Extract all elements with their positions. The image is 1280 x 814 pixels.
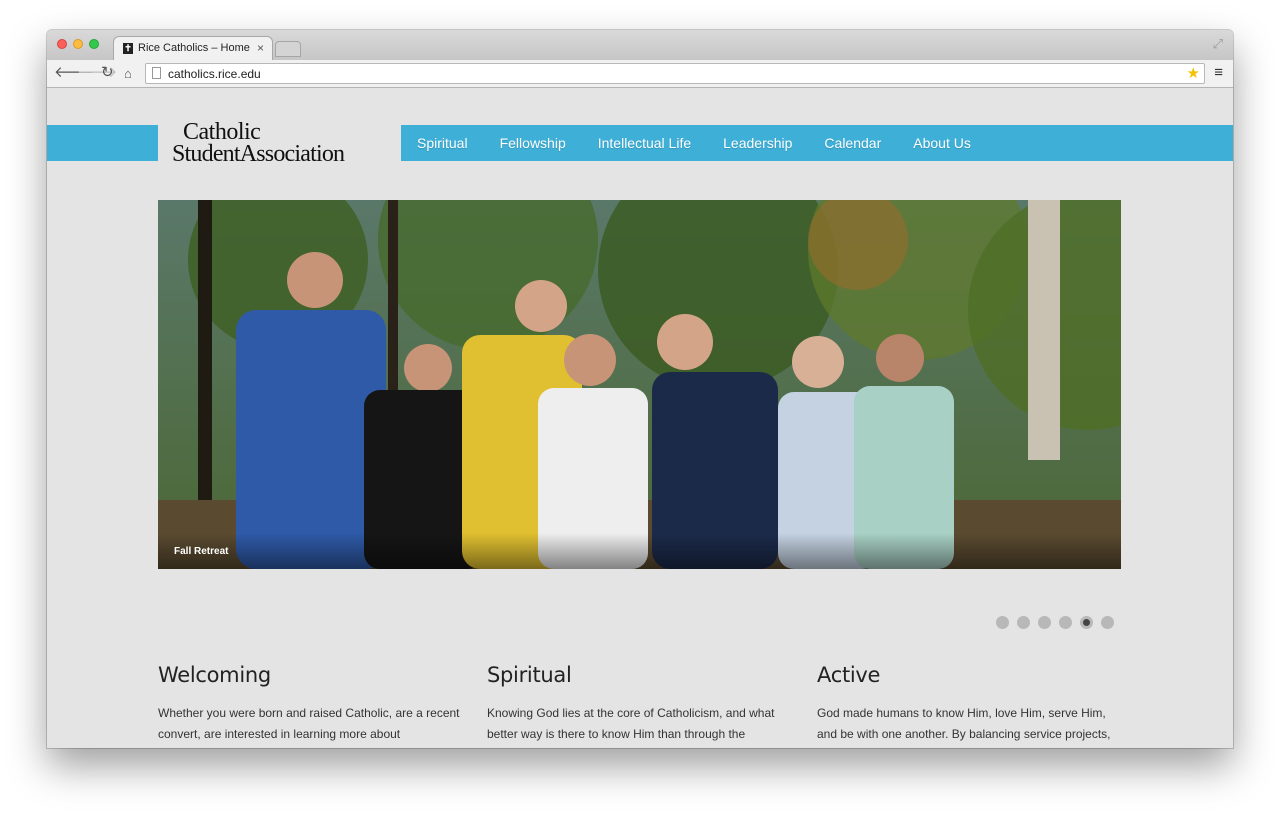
web-page: Catholic StudentAssociation Spiritual Fe… [47,88,1233,748]
browser-toolbar: 🡐 🡒 ↻ ⌂ catholics.rice.edu ★ ≡ [47,60,1233,88]
nav-about-us[interactable]: About Us [897,125,987,161]
address-bar[interactable]: catholics.rice.edu ★ [145,63,1205,84]
reload-icon[interactable]: ↻ [101,65,114,81]
minimize-window-button[interactable] [73,39,83,49]
column-title: Active [817,663,881,687]
slide-dot-6[interactable] [1101,616,1114,629]
column-text: God made humans to know Him, love Him, s… [817,706,1111,742]
browser-window: ✝ Rice Catholics – Home × ⤢ 🡐 🡒 ↻ ⌂ cath… [47,30,1233,748]
slide-dot-1[interactable] [996,616,1009,629]
column-title: Welcoming [158,663,271,687]
nav-leadership[interactable]: Leadership [707,125,808,161]
site-menu: Spiritual Fellowship Intellectual Life L… [401,125,987,161]
browser-tab[interactable]: ✝ Rice Catholics – Home × [113,36,273,60]
slide-dot-5-active[interactable] [1080,616,1093,629]
hero-slideshow-image[interactable]: Fall Retreat [158,200,1121,569]
close-window-button[interactable] [57,39,67,49]
slide-dot-3[interactable] [1038,616,1051,629]
nav-calendar[interactable]: Calendar [808,125,897,161]
nav-spiritual[interactable]: Spiritual [401,125,484,161]
hamburger-menu-icon[interactable]: ≡ [1214,65,1223,81]
new-tab-button[interactable] [275,41,301,57]
page-icon [152,67,161,79]
caption-bar [158,533,1121,569]
slideshow-pagination [996,616,1122,629]
tab-close-icon[interactable]: × [257,41,264,55]
group-photo-image [158,200,1121,569]
nav-fellowship[interactable]: Fellowship [484,125,582,161]
fullscreen-icon[interactable]: ⤢ [1213,36,1223,52]
slide-caption: Fall Retreat [174,546,229,557]
tab-title: Rice Catholics – Home [138,42,250,54]
favicon-icon: ✝ [123,43,133,54]
column-text: Whether you were born and raised Catholi… [158,706,460,742]
home-icon[interactable]: ⌂ [124,66,132,82]
tab-strip: ✝ Rice Catholics – Home × ⤢ [47,30,1233,60]
welcoming-column: Welcoming Whether you were born and rais… [158,663,463,748]
logo-line2: StudentAssociation [172,141,345,167]
active-column: Active God made humans to know Him, love… [817,663,1122,748]
site-logo[interactable]: Catholic StudentAssociation [158,120,401,166]
column-text: Knowing God lies at the core of Catholic… [487,706,775,742]
spiritual-column: Spiritual Knowing God lies at the core o… [487,663,792,748]
maximize-window-button[interactable] [89,39,99,49]
slide-dot-2[interactable] [1017,616,1030,629]
star-icon[interactable]: ★ [1187,64,1200,82]
slide-dot-4[interactable] [1059,616,1072,629]
url-text[interactable]: catholics.rice.edu [168,67,261,81]
column-title: Spiritual [487,663,572,687]
nav-intellectual-life[interactable]: Intellectual Life [582,125,707,161]
